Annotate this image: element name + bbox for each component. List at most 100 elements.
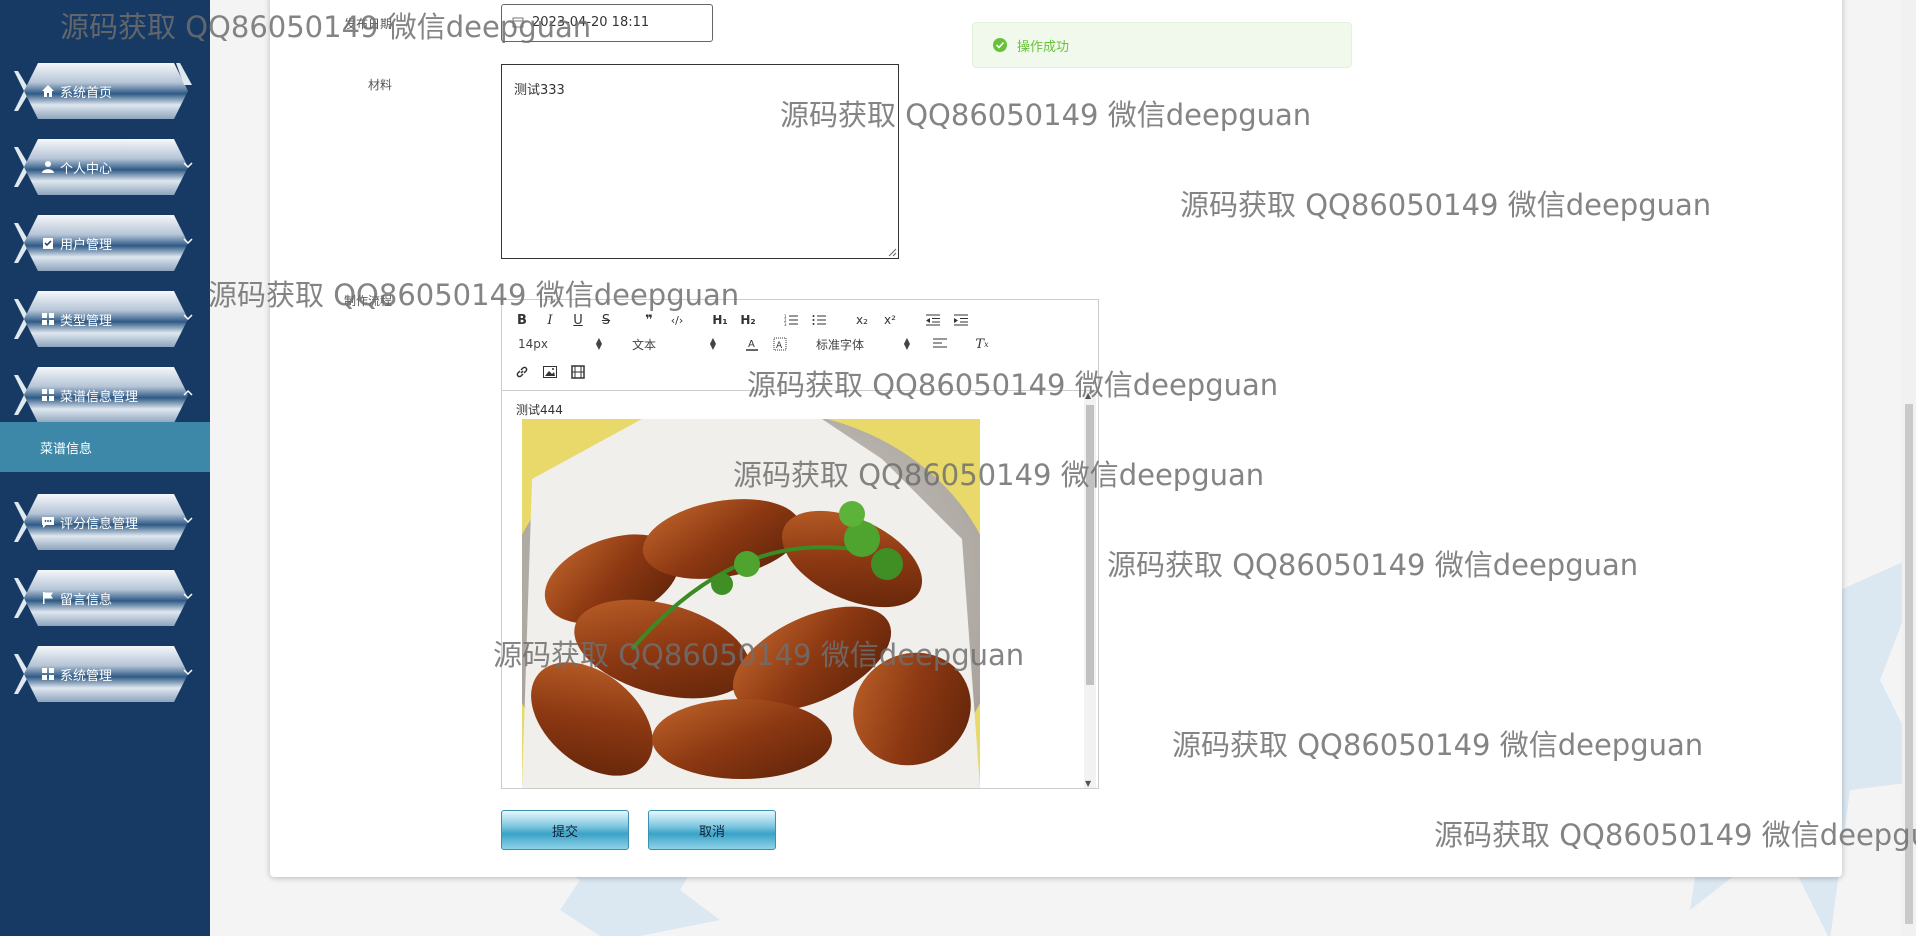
grid-icon <box>40 311 56 327</box>
date-value: 2023-04-20 18:11 <box>532 15 650 30</box>
menu-item-label: 系统管理 <box>60 668 113 684</box>
date-input[interactable]: 2023-04-20 18:11 <box>501 4 713 42</box>
chevron-down-icon <box>183 162 193 169</box>
menu-item-label: 菜谱信息管理 <box>60 389 139 405</box>
outdent-icon[interactable] <box>923 310 943 330</box>
editor-content-text: 测试444 <box>516 403 563 417</box>
menu-item-system-management[interactable]: 系统管理 <box>14 646 194 702</box>
menu-item-personal-center[interactable]: 个人中心 <box>14 139 194 195</box>
menu-item-rating-management[interactable]: 评分信息管理 <box>14 494 194 550</box>
menu-item-content: 系统首页 <box>40 63 172 119</box>
bullet-list-icon[interactable] <box>809 310 829 330</box>
material-label: 材料 <box>367 78 392 92</box>
menu-item-label: 个人中心 <box>60 161 113 177</box>
user-icon <box>40 159 56 175</box>
block-type-value: 文本 <box>632 337 657 352</box>
main-content: 发布日期 2023-04-20 18:11 材料 测试333 制作流程 B I … <box>210 0 1916 936</box>
material-textarea[interactable]: 测试333 <box>501 64 899 259</box>
ordered-list-icon[interactable]: 123 <box>781 310 801 330</box>
blockquote-icon[interactable]: ❞ <box>639 310 659 330</box>
form-card: 发布日期 2023-04-20 18:11 材料 测试333 制作流程 B I … <box>270 0 1842 877</box>
select-arrows-icon: ▲ ▼ <box>709 336 716 351</box>
scroll-down-icon[interactable]: ▼ <box>1085 779 1091 788</box>
date-label: 发布日期 <box>343 17 392 31</box>
link-icon[interactable] <box>512 362 532 382</box>
bold-icon[interactable]: B <box>512 310 532 330</box>
page-scrollbar[interactable] <box>1902 0 1916 936</box>
italic-icon[interactable]: I <box>540 310 560 330</box>
code-icon[interactable]: ‹/› <box>667 310 687 330</box>
menu-item-content: 类型管理 <box>40 291 172 347</box>
menu-item-home[interactable]: 系统首页 <box>14 63 194 119</box>
video-icon[interactable] <box>568 362 588 382</box>
indent-icon[interactable] <box>951 310 971 330</box>
menu-item-recipe-management[interactable]: 菜谱信息管理 <box>14 367 194 423</box>
cancel-button[interactable]: 取消 <box>648 810 776 850</box>
chevron-down-icon <box>183 517 193 524</box>
menu-item-type-management[interactable]: 类型管理 <box>14 291 194 347</box>
svg-text:A: A <box>748 339 755 350</box>
chicken-wings-image <box>522 419 980 788</box>
menu-item-content: 用户管理 <box>40 215 172 271</box>
comment-icon <box>40 514 56 530</box>
font-size-value: 14px <box>518 337 548 351</box>
chevron-down-icon <box>183 314 193 321</box>
editor-content[interactable]: 测试444 <box>502 391 1098 788</box>
strikethrough-icon[interactable]: S <box>596 310 616 330</box>
menu-item-content: 留言信息 <box>40 570 172 626</box>
chevron-down-icon <box>183 593 193 600</box>
menu-item-content: 个人中心 <box>40 139 172 195</box>
font-size-select[interactable]: 14px ▲ ▼ <box>518 334 602 354</box>
grid-icon <box>40 666 56 682</box>
chevron-down-icon <box>183 669 193 676</box>
check-circle-icon <box>993 38 1007 52</box>
chevron-down-icon <box>183 238 193 245</box>
calendar-icon <box>512 17 524 28</box>
block-type-select[interactable]: 文本 ▲ ▼ <box>632 334 716 354</box>
align-icon[interactable] <box>930 334 950 354</box>
select-arrows-icon: ▲ ▼ <box>903 336 910 351</box>
grid-icon <box>40 387 56 403</box>
flag-icon <box>40 590 56 606</box>
editor-scrollbar[interactable]: ▲ ▼ <box>1084 391 1096 788</box>
menu-item-label: 用户管理 <box>60 237 113 253</box>
menu-item-label: 留言信息 <box>60 592 113 608</box>
menu-item-content: 系统管理 <box>40 646 172 702</box>
toast-message: 操作成功 <box>1017 39 1070 55</box>
menu-item-label: 系统首页 <box>60 85 113 101</box>
clear-format-icon[interactable]: Tx <box>972 334 992 354</box>
home-icon <box>40 83 56 99</box>
clipboard-check-icon <box>40 235 56 251</box>
menu-item-messages[interactable]: 留言信息 <box>14 570 194 626</box>
underline-icon[interactable]: U <box>568 310 588 330</box>
font-family-value: 标准字体 <box>816 337 865 352</box>
material-value: 测试333 <box>514 83 565 98</box>
scroll-up-icon[interactable]: ▲ <box>1085 391 1091 400</box>
submit-button[interactable]: 提交 <box>501 810 629 850</box>
heading2-icon[interactable]: H₂ <box>738 310 758 330</box>
resize-handle-icon[interactable] <box>887 247 897 257</box>
svg-text:A: A <box>776 341 783 351</box>
subscript-icon[interactable]: x₂ <box>852 310 872 330</box>
page-scrollbar-thumb[interactable] <box>1905 404 1913 924</box>
success-toast: 操作成功 <box>972 22 1352 68</box>
menu-item-label: 类型管理 <box>60 313 113 329</box>
font-color-icon[interactable]: A <box>742 334 762 354</box>
background-color-icon[interactable]: A <box>770 334 790 354</box>
superscript-icon[interactable]: x² <box>880 310 900 330</box>
submenu-item-label: 菜谱信息 <box>40 441 93 457</box>
svg-text:3: 3 <box>784 322 787 326</box>
menu-item-content: 菜谱信息管理 <box>40 367 172 423</box>
process-label: 制作流程 <box>343 294 392 308</box>
heading1-icon[interactable]: H₁ <box>710 310 730 330</box>
editor-toolbar: B I U S ❞ ‹/› H₁ H₂ 123 x₂ x² 14px ▲ ▼ 文… <box>502 300 1098 391</box>
font-family-select[interactable]: 标准字体 ▲ ▼ <box>816 334 910 354</box>
chevron-up-icon <box>183 389 193 396</box>
scrollbar-thumb[interactable] <box>1086 405 1094 685</box>
image-icon[interactable] <box>540 362 560 382</box>
submenu-item-recipe-info[interactable]: 菜谱信息 <box>0 422 210 472</box>
menu-item-user-management[interactable]: 用户管理 <box>14 215 194 271</box>
menu-item-label: 评分信息管理 <box>60 516 139 532</box>
select-arrows-icon: ▲ ▼ <box>595 336 602 351</box>
sidebar: 系统首页 个人中心 用户管理 类型管理 菜谱信息管理 菜谱信息 评分信息管理 留… <box>0 0 210 936</box>
